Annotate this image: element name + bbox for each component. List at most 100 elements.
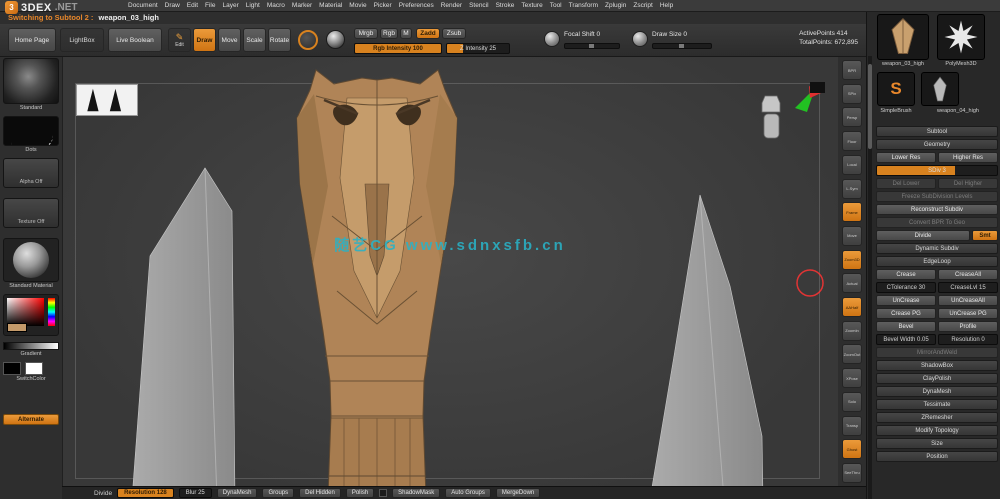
- menu-document[interactable]: Document: [128, 2, 158, 9]
- panel-button-smt[interactable]: Smt: [972, 230, 998, 241]
- shelf-zoom3d-button[interactable]: Zoom3D: [842, 249, 862, 270]
- draw-size-handle[interactable]: [679, 44, 685, 48]
- menu-zscript[interactable]: Zscript: [633, 2, 653, 9]
- model-3d[interactable]: [62, 56, 838, 499]
- shelf-xpose-button[interactable]: XPose: [842, 368, 862, 389]
- panel-button-uncrease-pg[interactable]: UnCrease PG: [938, 308, 998, 319]
- bottom-checkbox[interactable]: [379, 489, 388, 497]
- menu-edit[interactable]: Edit: [187, 2, 198, 9]
- color-picker[interactable]: [3, 294, 59, 336]
- menu-marker[interactable]: Marker: [292, 2, 312, 9]
- panel-button-higher-res[interactable]: Higher Res: [938, 152, 998, 163]
- zsub-button[interactable]: Zsub: [442, 28, 466, 39]
- menu-light[interactable]: Light: [246, 2, 260, 9]
- menu-layer[interactable]: Layer: [222, 2, 238, 9]
- panel-button-bevel[interactable]: Bevel: [876, 321, 936, 332]
- menu-material[interactable]: Material: [319, 2, 342, 9]
- viewport-canvas[interactable]: 随艺CG www.sdnxsfb.cn: [62, 56, 838, 499]
- panel-button-resolution-0[interactable]: Resolution 0: [938, 334, 998, 345]
- shelf-l-sym-button[interactable]: L.Sym: [842, 178, 862, 199]
- saturation-value-box[interactable]: [7, 298, 44, 326]
- panel-section-dynamesh[interactable]: DynaMesh: [876, 386, 998, 397]
- shelf-move-button[interactable]: Move: [842, 225, 862, 246]
- lightbox-button[interactable]: LightBox: [60, 28, 104, 52]
- bottom-button-del-hidden[interactable]: Del Hidden: [299, 488, 341, 498]
- bottom-button-groups[interactable]: Groups: [262, 488, 295, 498]
- palette-scrollbar[interactable]: [868, 56, 872, 499]
- menu-picker[interactable]: Picker: [374, 2, 392, 9]
- gradient-toggle[interactable]: [3, 342, 59, 350]
- panel-section-claypolish[interactable]: ClayPolish: [876, 373, 998, 384]
- main-color-swatch[interactable]: [3, 362, 21, 375]
- draw-button[interactable]: Draw: [193, 28, 216, 52]
- mrgb-button[interactable]: Mrgb: [354, 28, 378, 39]
- focal-shift-handle[interactable]: [589, 44, 595, 48]
- panel-button-uncrease[interactable]: UnCrease: [876, 295, 936, 306]
- bottom-button-mergedown[interactable]: MergeDown: [495, 488, 541, 498]
- scrollbar-thumb[interactable]: [868, 64, 872, 149]
- shelf-bpr-button[interactable]: BPR: [842, 60, 862, 80]
- panel-button-creaseall[interactable]: CreaseAll: [938, 269, 998, 280]
- panel-section-shadowbox[interactable]: ShadowBox: [876, 360, 998, 371]
- bottom-button-shadowmask[interactable]: ShadowMask: [392, 488, 441, 498]
- shelf-transp-button[interactable]: Transp: [842, 415, 862, 436]
- shelf-zoomin-button[interactable]: ZoomIn: [842, 320, 862, 341]
- panel-section-position[interactable]: Position: [876, 451, 998, 462]
- rgb-intensity-slider[interactable]: Rgb Intensity 100: [354, 43, 442, 54]
- shelf-seethru-button[interactable]: SeeThru: [842, 462, 862, 483]
- panel-section-dynamic-subdiv[interactable]: Dynamic Subdiv: [876, 243, 998, 254]
- move-button[interactable]: Move: [218, 28, 241, 52]
- panel-section-modify-topology[interactable]: Modify Topology: [876, 425, 998, 436]
- secondary-color-swatch[interactable]: [25, 362, 43, 375]
- material-selector[interactable]: [3, 238, 59, 282]
- panel-button-creaselvl-15[interactable]: CreaseLvl 15: [938, 282, 998, 293]
- shelf-ghost-button[interactable]: Ghost: [842, 439, 862, 460]
- menu-preferences[interactable]: Preferences: [399, 2, 434, 9]
- menu-stroke[interactable]: Stroke: [496, 2, 515, 9]
- menu-zplugin[interactable]: Zplugin: [605, 2, 626, 9]
- brush-selector[interactable]: [3, 58, 59, 104]
- bottom-button-auto-groups[interactable]: Auto Groups: [445, 488, 491, 498]
- panel-section-size[interactable]: Size: [876, 438, 998, 449]
- panel-button-lower-res[interactable]: Lower Res: [876, 152, 936, 163]
- alternate-button[interactable]: Alternate: [3, 414, 59, 425]
- menu-render[interactable]: Render: [441, 2, 462, 9]
- panel-button-crease[interactable]: Crease: [876, 269, 936, 280]
- shelf-floor-button[interactable]: Floor: [842, 131, 862, 152]
- panel-button-profile[interactable]: Profile: [938, 321, 998, 332]
- zadd-button[interactable]: Zadd: [416, 28, 440, 39]
- draw-size-knob-icon[interactable]: [632, 31, 648, 47]
- rotate-button[interactable]: Rotate: [268, 28, 291, 52]
- menu-file[interactable]: File: [205, 2, 215, 9]
- panel-section-zremesher[interactable]: ZRemesher: [876, 412, 998, 423]
- live-boolean-button[interactable]: Live Boolean: [108, 28, 162, 52]
- rgb-button[interactable]: Rgb: [380, 28, 398, 39]
- menu-stencil[interactable]: Stencil: [469, 2, 489, 9]
- stroke-selector[interactable]: [3, 116, 59, 146]
- shelf-zoomout-button[interactable]: ZoomOut: [842, 344, 862, 365]
- shelf-local-button[interactable]: Local: [842, 154, 862, 175]
- scale-button[interactable]: Scale: [243, 28, 266, 52]
- shelf-spix-button[interactable]: SPix: [842, 83, 862, 104]
- panel-button-crease-pg[interactable]: Crease PG: [876, 308, 936, 319]
- tool-thumb-weapon-03-high[interactable]: [877, 14, 929, 60]
- menu-texture[interactable]: Texture: [521, 2, 542, 9]
- focal-shift-slider[interactable]: [564, 43, 620, 49]
- panel-section-edgeloop[interactable]: EdgeLoop: [876, 256, 998, 267]
- tool-thumb-weapon-04-high[interactable]: [921, 72, 959, 106]
- panel-section-geometry[interactable]: Geometry: [876, 139, 998, 150]
- gyro-icon[interactable]: [298, 30, 318, 50]
- z-intensity-slider[interactable]: Z Intensity 25: [446, 43, 510, 54]
- bottom-slider-resolution-128[interactable]: Resolution 128: [117, 488, 174, 498]
- tool-thumb-simplebrush[interactable]: S: [877, 72, 915, 106]
- panel-button-reconstruct-subdiv[interactable]: Reconstruct Subdiv: [876, 204, 998, 215]
- focal-shift-knob-icon[interactable]: [544, 31, 560, 47]
- bottom-slider-blur-25[interactable]: Blur 25: [178, 488, 212, 498]
- bottom-button-polish[interactable]: Polish: [345, 488, 375, 498]
- draw-size-slider[interactable]: [652, 43, 712, 49]
- blade-left[interactable]: [131, 167, 236, 499]
- shelf-actual-button[interactable]: Actual: [842, 273, 862, 294]
- m-button[interactable]: M: [400, 28, 412, 39]
- edit-button[interactable]: ✎ Edit: [168, 28, 191, 52]
- home-page-button[interactable]: Home Page: [8, 28, 56, 52]
